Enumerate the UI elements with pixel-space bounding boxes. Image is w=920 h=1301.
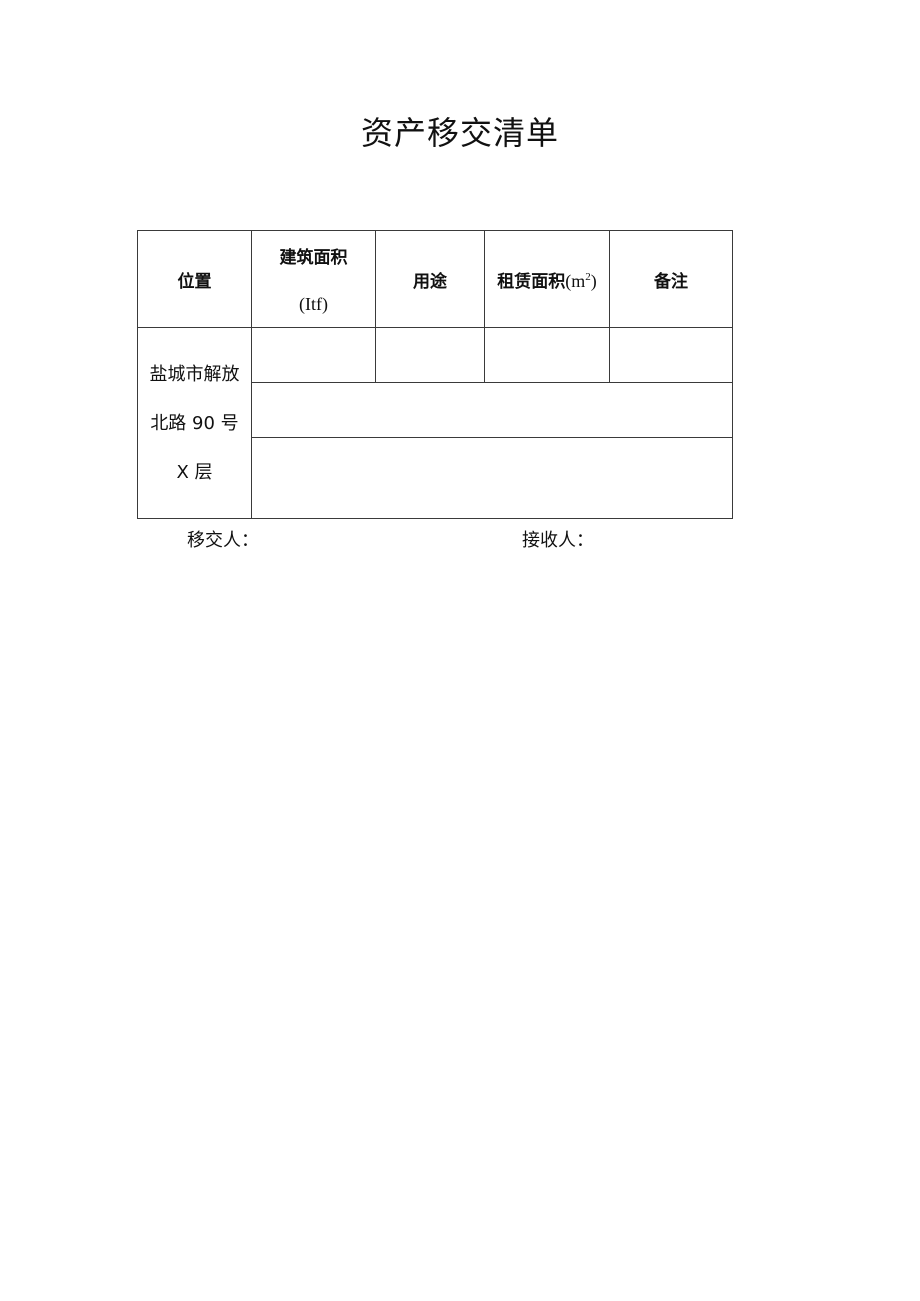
- unit-prefix: (m: [565, 270, 586, 291]
- location-cell: 盐城市解放 北路 90 号 X 层: [137, 327, 252, 519]
- asset-transfer-table: 位置 建筑面积 (Itf) 用途 租赁面积(m2) 备注 盐城市解放 北路 90…: [137, 230, 733, 519]
- header-location-label: 位置: [177, 271, 212, 292]
- header-lease-area-unit: (m2): [565, 271, 597, 291]
- header-location: 位置: [137, 230, 252, 328]
- header-building-area-unit: (Itf): [299, 294, 328, 314]
- transferor-label: 移交人：: [187, 530, 259, 551]
- merged-cell[interactable]: [251, 382, 733, 438]
- location-line: 盐城市解放: [149, 363, 240, 385]
- header-remarks-label: 备注: [654, 271, 688, 292]
- header-lease-area: 租赁面积(m2): [484, 230, 610, 328]
- lease-area-cell[interactable]: [484, 327, 610, 383]
- header-usage-label: 用途: [413, 271, 447, 292]
- location-line: X 层: [176, 461, 213, 483]
- document-title: 资产移交清单: [360, 114, 559, 152]
- usage-cell[interactable]: [375, 327, 485, 383]
- unit-suffix: ): [590, 270, 597, 291]
- merged-cell[interactable]: [251, 437, 733, 519]
- table-row: 盐城市解放 北路 90 号 X 层: [137, 327, 733, 519]
- header-usage: 用途: [375, 230, 485, 328]
- header-building-area-label: 建筑面积: [279, 248, 348, 268]
- header-remarks: 备注: [609, 230, 733, 328]
- building-area-cell[interactable]: [251, 327, 376, 383]
- receiver-label: 接收人：: [522, 530, 594, 551]
- header-lease-area-label: 租赁面积: [497, 271, 566, 292]
- table-header-row: 位置 建筑面积 (Itf) 用途 租赁面积(m2) 备注: [137, 230, 733, 328]
- remarks-cell[interactable]: [609, 327, 733, 383]
- location-line: 北路 90 号: [150, 412, 239, 434]
- header-building-area: 建筑面积 (Itf): [251, 230, 376, 328]
